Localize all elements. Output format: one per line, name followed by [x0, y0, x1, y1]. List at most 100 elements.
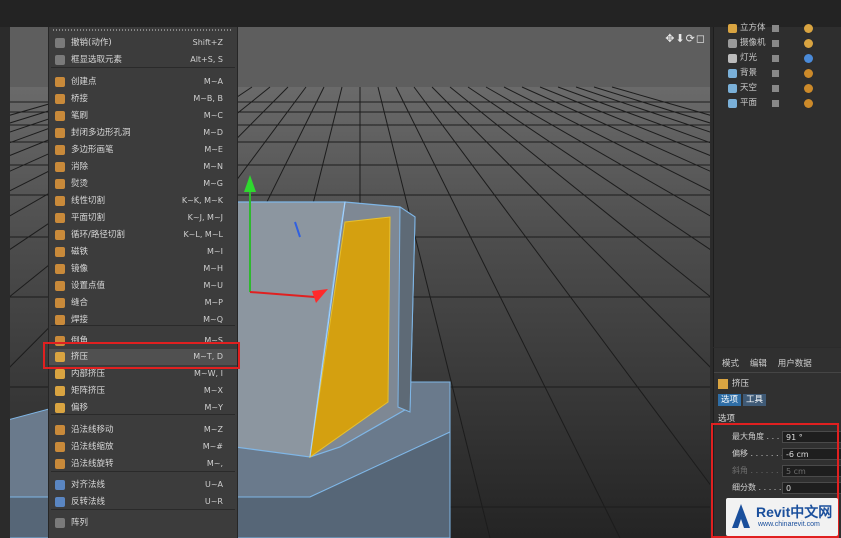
menu-tool-icon — [55, 315, 65, 325]
visibility-toggle[interactable] — [772, 100, 779, 107]
menu-item-label: 沿法线旋转 — [71, 459, 114, 469]
menu-item-shortcut: M~P — [204, 298, 223, 307]
menu-tool-icon — [55, 145, 65, 155]
menu-tearoff-handle[interactable] — [53, 29, 233, 31]
visibility-toggle[interactable] — [772, 55, 779, 62]
menu-item-shortcut: Alt+S, S — [190, 55, 223, 64]
menu-tool-icon — [55, 497, 65, 507]
visibility-toggle[interactable] — [772, 40, 779, 47]
menu-item[interactable]: 桥接 M~B, B — [49, 91, 237, 107]
object-row[interactable]: 背景 — [714, 66, 841, 81]
visibility-toggle[interactable] — [772, 25, 779, 32]
menu-tool-icon — [55, 247, 65, 257]
object-tag-icon[interactable] — [804, 24, 813, 33]
watermark-title: Revit中文网 — [756, 504, 833, 520]
menu-tool-icon — [55, 264, 65, 274]
object-type-icon — [728, 24, 737, 33]
visibility-toggle[interactable] — [772, 85, 779, 92]
menu-item-shortcut: M~Y — [204, 403, 224, 412]
menu-item-label: 撤销(动作) — [71, 38, 112, 48]
menu-item-shortcut: M~A — [203, 77, 223, 86]
menu-item[interactable]: 框显选取元素 Alt+S, S — [49, 52, 237, 68]
menu-item[interactable]: 焊接 M~Q — [49, 312, 237, 328]
menu-item-label: 磁铁 — [71, 247, 89, 257]
menu-item-label: 设置点值 — [71, 281, 106, 291]
tab-mode[interactable]: 模式 — [722, 359, 739, 369]
object-type-icon — [728, 39, 737, 48]
object-tag-icon[interactable] — [804, 39, 813, 48]
menu-item-label: 循环/路径切割 — [71, 230, 125, 240]
tab-edit[interactable]: 编辑 — [750, 359, 767, 369]
subtab-tool[interactable]: 工具 — [743, 394, 767, 406]
menu-item-label: 消除 — [71, 162, 89, 172]
tab-user-data[interactable]: 用户数据 — [778, 359, 812, 369]
attribute-object-title: 挤压 — [718, 376, 749, 392]
menu-item[interactable]: 创建点 M~A — [49, 74, 237, 90]
object-row[interactable]: 天空 — [714, 81, 841, 96]
menu-item[interactable]: 撤销(动作) Shift+Z — [49, 35, 237, 51]
object-row[interactable]: 灯光 — [714, 51, 841, 66]
object-tag-icon[interactable] — [804, 54, 813, 63]
object-name: 摄像机 — [740, 38, 766, 48]
menu-item[interactable]: 沿法线缩放 M~# — [49, 439, 237, 455]
subtab-options[interactable]: 选项 — [718, 394, 742, 406]
visibility-toggle[interactable] — [772, 70, 779, 77]
menu-item-label: 反转法线 — [71, 497, 106, 507]
menu-item[interactable]: 沿法线移动 M~Z — [49, 422, 237, 438]
watermark-url: www.chinarevit.com — [758, 521, 820, 528]
menu-item[interactable]: 笔刷 M~C — [49, 108, 237, 124]
object-name: 平面 — [740, 98, 758, 108]
menu-item[interactable]: 镜像 M~H — [49, 261, 237, 277]
object-row[interactable]: 摄像机 — [714, 36, 841, 51]
menu-item-shortcut: K~L, M~L — [183, 230, 223, 239]
mesh-context-menu: 撤销(动作) Shift+Z 框显选取元素 Alt+S, S 创建点 M~A 桥接 M~B, … — [48, 27, 238, 538]
menu-item[interactable]: 沿法线旋转 M~, — [49, 456, 237, 472]
menu-item[interactable]: 消除 M~N — [49, 159, 237, 175]
menu-tool-icon — [55, 94, 65, 104]
menu-item[interactable]: 偏移 M~Y — [49, 400, 237, 416]
object-tag-icon[interactable] — [804, 99, 813, 108]
attribute-subtabs: 选项 工具 — [718, 394, 768, 406]
menu-tool-icon — [55, 77, 65, 87]
object-name: 立方体 — [740, 23, 766, 33]
object-row[interactable]: 立方体 — [714, 21, 841, 36]
menu-item[interactable]: 平面切割 K~J, M~J — [49, 210, 237, 226]
menu-tool-icon — [55, 38, 65, 48]
menu-tool-icon — [55, 386, 65, 396]
menu-item[interactable]: 线性切割 K~K, M~K — [49, 193, 237, 209]
menu-item-label: 框显选取元素 — [71, 55, 123, 65]
menu-item[interactable]: 缝合 M~P — [49, 295, 237, 311]
menu-item[interactable]: 矩阵挤压 M~X — [49, 383, 237, 399]
menu-item-shortcut: M~C — [203, 111, 223, 120]
menu-item-shortcut: U~A — [204, 480, 223, 489]
menu-item[interactable]: 多边形画笔 M~E — [49, 142, 237, 158]
menu-item[interactable]: 对齐法线 U~A — [49, 477, 237, 493]
menu-item[interactable]: 反转法线 U~R — [49, 494, 237, 510]
menu-item[interactable]: 封闭多边形孔洞 M~D — [49, 125, 237, 141]
object-type-icon — [728, 54, 737, 63]
menu-item[interactable]: 设置点值 M~U — [49, 278, 237, 294]
menu-item-label: 熨烫 — [71, 179, 89, 189]
watermark-logo: Revit中文网 www.chinarevit.com — [726, 498, 838, 536]
menu-item[interactable]: 磁铁 M~I — [49, 244, 237, 260]
object-tag-icon[interactable] — [804, 84, 813, 93]
menu-item[interactable]: 阵列 — [49, 515, 237, 531]
menu-item-label: 创建点 — [71, 77, 97, 87]
object-type-icon — [728, 69, 737, 78]
revit-logo-icon — [732, 504, 750, 528]
menu-tool-icon — [55, 425, 65, 435]
menu-item[interactable]: 循环/路径切割 K~L, M~L — [49, 227, 237, 243]
menu-item-label: 对齐法线 — [71, 480, 106, 490]
menu-tool-icon — [55, 480, 65, 490]
menu-tool-icon — [55, 196, 65, 206]
menu-item-label: 沿法线移动 — [71, 425, 114, 435]
menu-item-shortcut: M~X — [203, 386, 223, 395]
menu-item-shortcut: K~K, M~K — [181, 196, 223, 205]
viewport-nav-icons[interactable]: ✥⬇⟳◻ — [665, 32, 706, 45]
object-row[interactable]: 平面 — [714, 96, 841, 111]
menu-item[interactable]: 熨烫 M~G — [49, 176, 237, 192]
menu-item-shortcut: M~Z — [203, 425, 223, 434]
menu-item-label: 笔刷 — [71, 111, 89, 121]
object-tag-icon[interactable] — [804, 69, 813, 78]
menu-tool-icon — [55, 179, 65, 189]
